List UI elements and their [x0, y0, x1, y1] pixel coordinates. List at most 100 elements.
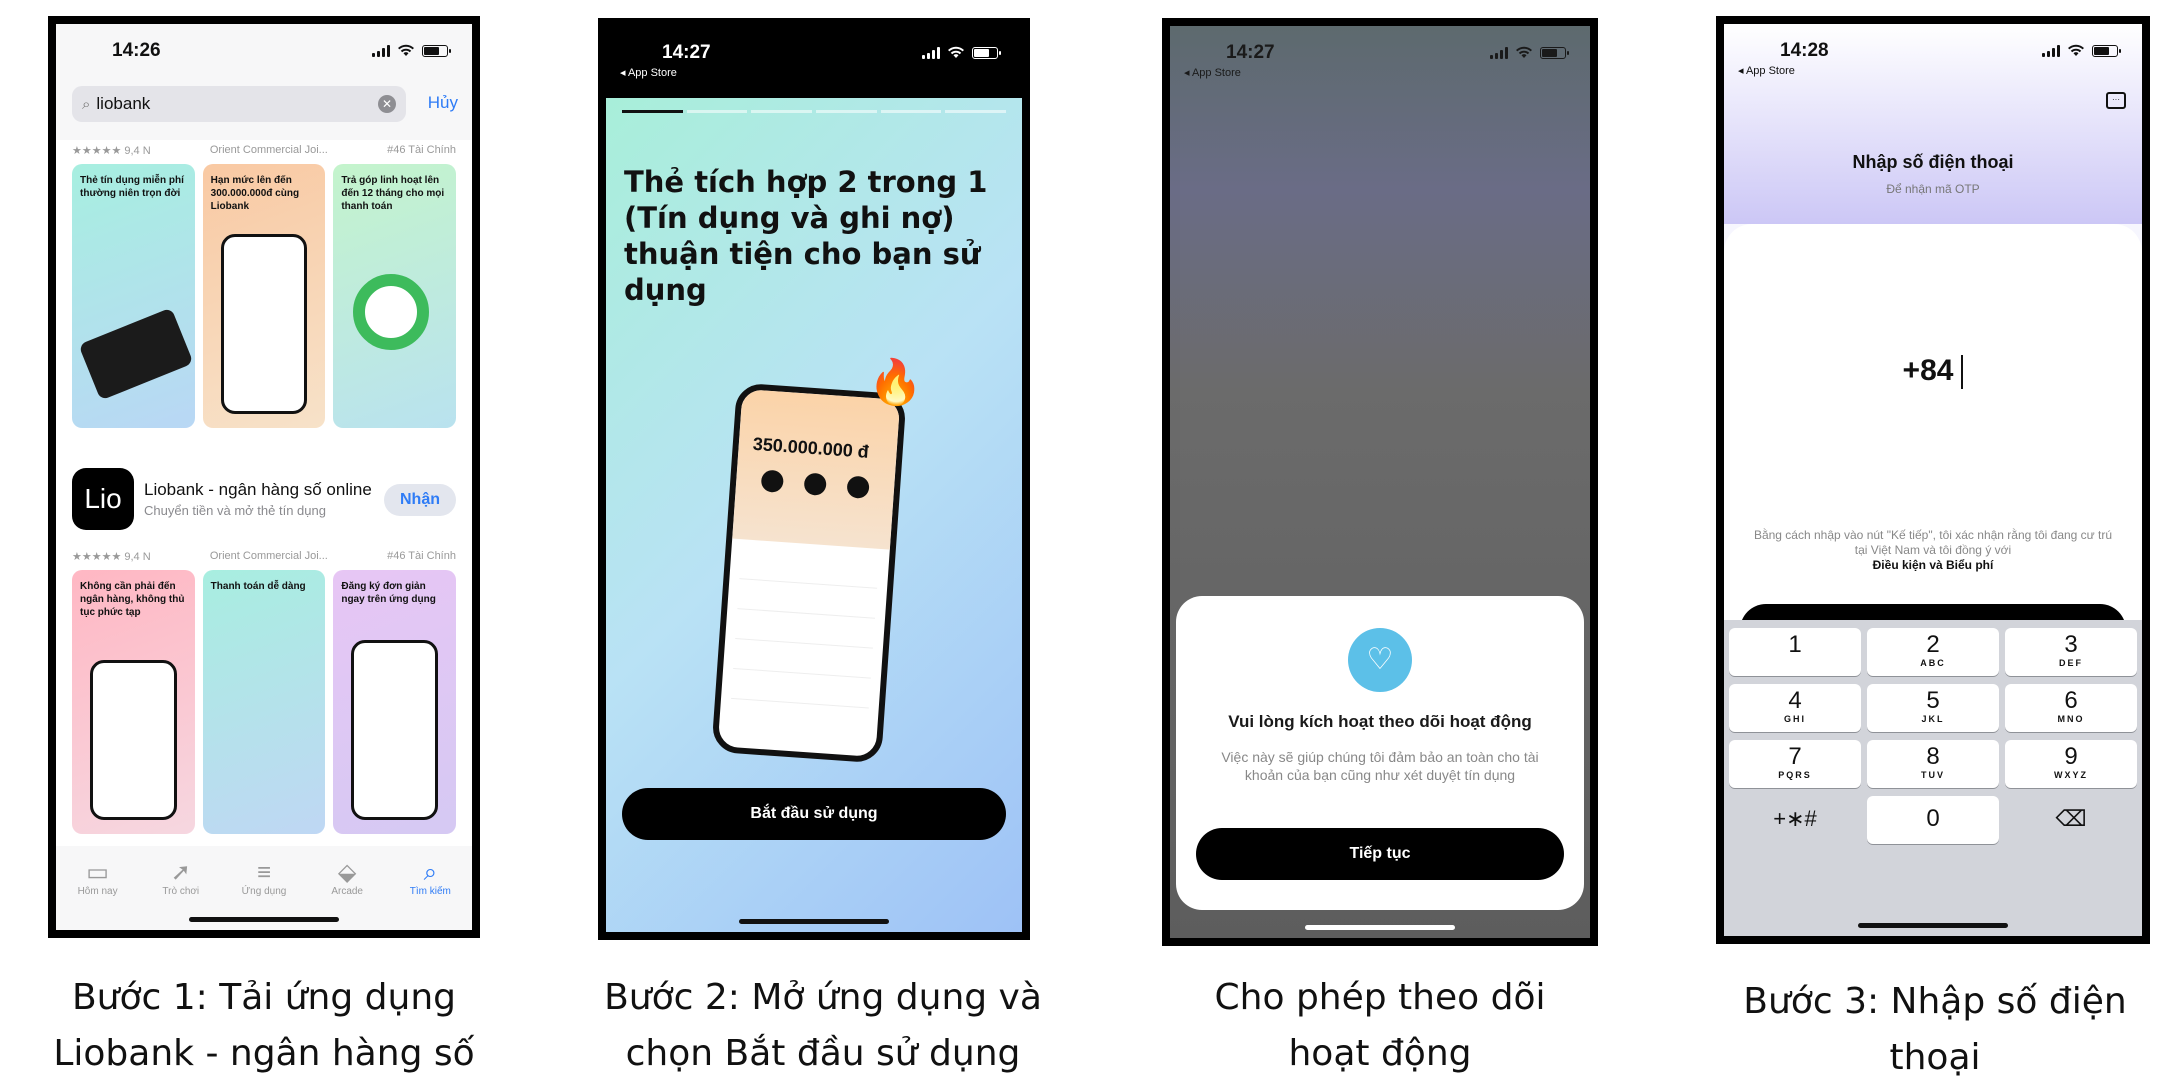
tab-today[interactable]: ▭ Hôm nay	[63, 860, 133, 930]
transfer-icon	[803, 472, 827, 496]
back-to-app-store[interactable]: ◂ App Store	[1184, 66, 1241, 79]
credit-limit-amount: 350.000.000 đ	[752, 433, 870, 462]
app-preview-phone: 350.000.000 đ	[711, 382, 907, 764]
key-1[interactable]: 1	[1729, 628, 1861, 676]
key-0[interactable]: 0	[1867, 796, 1999, 844]
screenshot-strip-bottom[interactable]: Không cần phải đến ngân hàng, không thủ …	[72, 570, 457, 834]
app-store-screen: 14:26 ⌕ liobank ✕ Hủy ★★★★★ 9,4 N Orient…	[56, 24, 472, 930]
heart-icon: ♡	[1348, 628, 1412, 692]
add-money-icon	[760, 469, 784, 493]
key-9[interactable]: 9 WXYZ	[2005, 740, 2137, 788]
tracking-permission-screen: 14:27 ◂ App Store ♡ Vui lòng kích hoạt t…	[1170, 26, 1590, 938]
phone-mockup	[90, 660, 177, 820]
onboarding-progress	[622, 110, 1007, 113]
screenshot-card[interactable]: Đăng ký đơn giản ngay trên ứng dụng	[333, 570, 457, 834]
step-3-caption: Bước 3: Nhập số điện thoại	[1743, 981, 2127, 1078]
page-subtitle: Để nhận mã OTP	[1886, 182, 1980, 196]
phone-number-screen: 14:28 ◂ App Store ··· Nhập số điện thoại…	[1724, 24, 2142, 936]
key-3[interactable]: 3 DEF	[2005, 628, 2137, 676]
app-listing[interactable]: Lio Liobank - ngân hàng số online Chuyển…	[72, 468, 456, 530]
onboarding-screen: 14:27 ◂ App Store Thẻ tích hợp 2 trong 1…	[606, 26, 1022, 932]
clear-search-icon[interactable]: ✕	[378, 95, 396, 113]
wifi-icon	[1516, 46, 1532, 58]
get-app-button[interactable]: Nhận	[384, 484, 456, 516]
search-icon: ⌕	[82, 95, 91, 113]
country-code: +84	[1902, 354, 1954, 387]
start-button[interactable]: Bắt đầu sử dụng	[622, 788, 1006, 840]
status-bar: 14:28 ◂ App Store	[1724, 24, 2142, 78]
screenshot-card[interactable]: Thanh toán dễ dàng	[202, 570, 326, 834]
phone-mockup	[220, 234, 308, 414]
screenshot-card[interactable]: Trả góp linh hoạt lên đến 12 tháng cho m…	[333, 164, 457, 428]
status-bar: 14:27 ◂ App Store	[1170, 26, 1590, 80]
text-caret	[1961, 355, 1964, 390]
qr-icon	[846, 475, 871, 499]
battery-icon	[2092, 44, 2121, 57]
home-indicator	[1858, 923, 2008, 928]
back-to-app-store[interactable]: ◂ App Store	[620, 66, 677, 79]
signal-icon	[2042, 44, 2060, 57]
onboarding-title: Thẻ tích hợp 2 trong 1 (Tín dụng và ghi …	[624, 165, 988, 307]
phone-screenshot-4: 14:28 ◂ App Store ··· Nhập số điện thoại…	[1716, 16, 2150, 944]
status-bar: 14:27 ◂ App Store	[606, 26, 1022, 98]
status-time: 14:27	[1226, 42, 1275, 63]
status-bar: 14:26	[56, 24, 472, 78]
flame-icon: 🔥	[868, 358, 923, 407]
liobank-app-icon[interactable]: Lio	[72, 468, 134, 530]
wifi-icon	[948, 46, 964, 58]
key-7[interactable]: 7 PQRS	[1729, 740, 1861, 788]
home-indicator	[1305, 925, 1455, 930]
screenshot-card[interactable]: Không cần phải đến ngân hàng, không thủ …	[72, 570, 195, 834]
terms-link[interactable]: Điều kiện và Biểu phí	[1746, 558, 2120, 573]
rocket-icon: ➚	[170, 859, 191, 886]
battery-icon	[972, 46, 1001, 59]
continue-button[interactable]: Tiếp tục	[1196, 828, 1564, 880]
sheet-title: Vui lòng kích hoạt theo dõi hoạt động	[1228, 712, 1532, 731]
step-2-caption: Bước 2: Mở ứng dụng và chọn Bắt đầu sử d…	[604, 977, 1042, 1074]
donut-chart-image	[353, 274, 430, 350]
today-icon: ▭	[86, 859, 109, 886]
app-name[interactable]: Liobank - ngân hàng số online	[144, 480, 372, 500]
wifi-icon	[398, 44, 414, 56]
phone-mockup	[351, 640, 439, 820]
search-input[interactable]: ⌕ liobank ✕	[72, 86, 406, 122]
chat-support-icon[interactable]: ···	[2106, 92, 2126, 109]
delete-key-icon[interactable]: ⌫	[2005, 796, 2137, 844]
battery-icon	[422, 44, 451, 57]
key-2[interactable]: 2 ABC	[1867, 628, 1999, 676]
back-to-app-store[interactable]: ◂ App Store	[1738, 64, 1795, 77]
joystick-icon: ⬙	[337, 859, 357, 886]
phone-screenshot-1: 14:26 ⌕ liobank ✕ Hủy ★★★★★ 9,4 N Orient…	[48, 16, 480, 938]
status-time: 14:27	[662, 42, 711, 63]
wifi-icon	[2068, 44, 2084, 56]
phone-number-input[interactable]: +84	[1724, 354, 2142, 390]
cancel-button[interactable]: Hủy	[428, 93, 458, 113]
signal-icon	[1490, 46, 1508, 59]
key-4[interactable]: 4 GHI	[1729, 684, 1861, 732]
home-indicator	[739, 919, 889, 924]
key-symbols[interactable]: +∗#	[1729, 796, 1861, 844]
step-1-caption: Bước 1: Tải ứng dụng Liobank - ngân hàng…	[53, 977, 475, 1074]
app-meta-row: ★★★★★ 9,4 N Orient Commercial Joi... #46…	[72, 550, 456, 563]
app-subtitle: Chuyển tiền và mở thẻ tín dụng	[144, 503, 326, 518]
status-time: 14:26	[112, 40, 161, 61]
transaction-list	[720, 539, 889, 720]
screenshot-card[interactable]: Hạn mức lên đến 300.000.000đ cùng Lioban…	[202, 164, 326, 428]
key-5[interactable]: 5 JKL	[1867, 684, 1999, 732]
status-time: 14:28	[1780, 40, 1829, 61]
screenshot-strip-top[interactable]: Thẻ tín dụng miễn phí thường niên trọn đ…	[72, 164, 457, 428]
battery-icon	[1540, 46, 1569, 59]
key-8[interactable]: 8 TUV	[1867, 740, 1999, 788]
search-value: liobank	[96, 94, 151, 113]
step-permission-caption: Cho phép theo dõi hoạt động	[1214, 977, 1546, 1074]
terms-notice: Bằng cách nhập vào nút "Kế tiếp", tôi xá…	[1746, 528, 2120, 573]
phone-screenshot-2: 14:27 ◂ App Store Thẻ tích hợp 2 trong 1…	[598, 18, 1030, 940]
screenshot-card[interactable]: Thẻ tín dụng miễn phí thường niên trọn đ…	[72, 164, 195, 428]
layers-icon: ≡	[256, 859, 271, 886]
phone-screenshot-3: 14:27 ◂ App Store ♡ Vui lòng kích hoạt t…	[1162, 18, 1598, 946]
tab-search[interactable]: ⌕ Tìm kiếm	[395, 860, 465, 930]
credit-card-image	[78, 307, 194, 401]
numeric-keypad: 1 2 ABC 3 DEF 4 GHI 5 JKL 6 MNO 7 PQRS 8 TUV 9W…	[1724, 620, 2142, 936]
signal-icon	[922, 46, 940, 59]
key-6[interactable]: 6 MNO	[2005, 684, 2137, 732]
